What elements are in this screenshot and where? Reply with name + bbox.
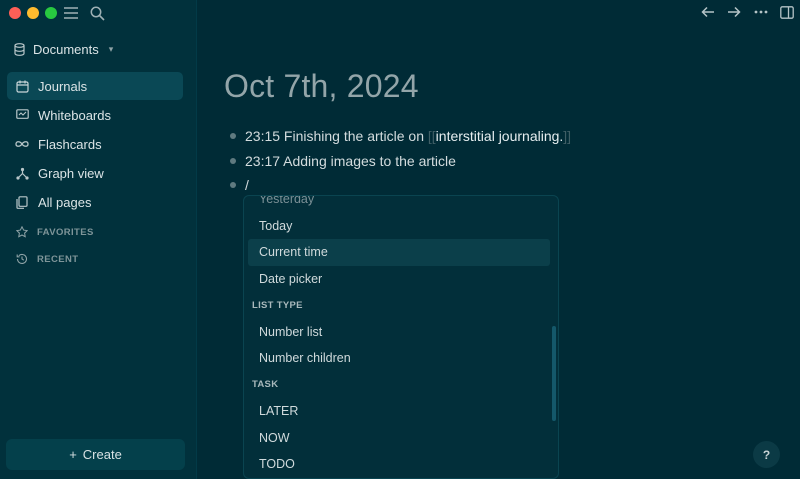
- command-item-todo[interactable]: TODO: [248, 451, 550, 478]
- star-icon: [16, 226, 28, 238]
- block-list: 23:15 Finishing the article on [[ inters…: [228, 124, 571, 198]
- command-item-date-picker[interactable]: Date picker: [248, 266, 550, 293]
- sidebar-item-label: Graph view: [38, 165, 104, 181]
- block-editor[interactable]: /: [228, 173, 571, 198]
- block-bullet[interactable]: [230, 182, 236, 189]
- command-item-current-time[interactable]: Current time: [248, 239, 550, 266]
- recent-label: RECENT: [37, 253, 79, 265]
- menu-icon[interactable]: [62, 4, 80, 22]
- group-header-task: TASK: [252, 379, 279, 391]
- block-bullet[interactable]: [230, 157, 236, 164]
- page-title[interactable]: Oct 7th, 2024: [224, 68, 419, 105]
- link-bracket-close: ]]: [563, 128, 572, 145]
- popup-scrollbar[interactable]: [552, 326, 556, 421]
- create-label: Create: [82, 447, 122, 462]
- group-header-list-type: LIST TYPE: [252, 299, 303, 311]
- command-item-today[interactable]: Today: [248, 213, 550, 240]
- sidebar-item-label: All pages: [38, 194, 92, 210]
- command-item-number-children[interactable]: Number children: [248, 345, 550, 372]
- sidebar-item-whiteboards[interactable]: Whiteboards: [7, 101, 183, 129]
- command-item-yesterday[interactable]: Yesterday: [248, 196, 550, 213]
- link-bracket-open: [[: [427, 128, 436, 145]
- command-item-now[interactable]: NOW: [248, 425, 550, 452]
- calendar-icon: [15, 79, 29, 93]
- sidebar-item-journals[interactable]: Journals: [7, 72, 183, 100]
- block-input-text[interactable]: /: [245, 177, 249, 193]
- help-button[interactable]: ?: [753, 441, 780, 468]
- block-text: 23:17 Adding images to the article: [245, 152, 456, 169]
- sidebar-item-flashcards[interactable]: Flashcards: [7, 130, 183, 158]
- command-item-later[interactable]: LATER: [248, 398, 550, 425]
- recent-section[interactable]: RECENT: [16, 253, 78, 265]
- page-reference-link[interactable]: interstitial journaling.: [436, 128, 564, 144]
- search-icon[interactable]: [88, 4, 106, 22]
- sidebar-nav: Journals Whiteboards Flashcards Graph vi…: [7, 72, 183, 217]
- database-icon: [14, 42, 25, 56]
- slash-command-menu[interactable]: Yesterday Today Current time Date picker…: [243, 195, 559, 479]
- hierarchy-icon: [15, 166, 29, 180]
- chevron-down-icon: ▾: [108, 43, 114, 54]
- command-list: Yesterday Today Current time Date picker…: [244, 196, 558, 478]
- whiteboard-icon: [15, 108, 29, 122]
- history-icon: [16, 253, 28, 265]
- plus-icon: +: [69, 447, 77, 462]
- command-item-number-list[interactable]: Number list: [248, 319, 550, 346]
- infinity-icon: [15, 137, 29, 151]
- graph-selector[interactable]: Documents ▾: [14, 39, 113, 59]
- sidebar-item-all-pages[interactable]: All pages: [7, 188, 183, 216]
- left-sidebar: Documents ▾ Journals Whiteboards Flashca…: [0, 0, 197, 479]
- block-bullet[interactable]: [230, 133, 236, 140]
- window-controls: [9, 7, 57, 19]
- favorites-label: FAVORITES: [37, 226, 94, 238]
- sidebar-item-label: Whiteboards: [38, 107, 111, 123]
- block-item[interactable]: 23:17 Adding images to the article: [228, 149, 571, 174]
- minimize-window-button[interactable]: [27, 7, 39, 19]
- sidebar-item-label: Flashcards: [38, 136, 102, 152]
- maximize-window-button[interactable]: [45, 7, 57, 19]
- block-item[interactable]: 23:15 Finishing the article on [[ inters…: [228, 124, 571, 149]
- files-icon: [15, 195, 29, 209]
- graph-name: Documents: [33, 41, 99, 57]
- close-window-button[interactable]: [9, 7, 21, 19]
- block-text: 23:15 Finishing the article on: [245, 128, 428, 145]
- sidebar-item-label: Journals: [38, 78, 88, 94]
- create-button[interactable]: + Create: [6, 439, 185, 470]
- favorites-section[interactable]: FAVORITES: [16, 226, 94, 238]
- sidebar-item-graph-view[interactable]: Graph view: [7, 159, 183, 187]
